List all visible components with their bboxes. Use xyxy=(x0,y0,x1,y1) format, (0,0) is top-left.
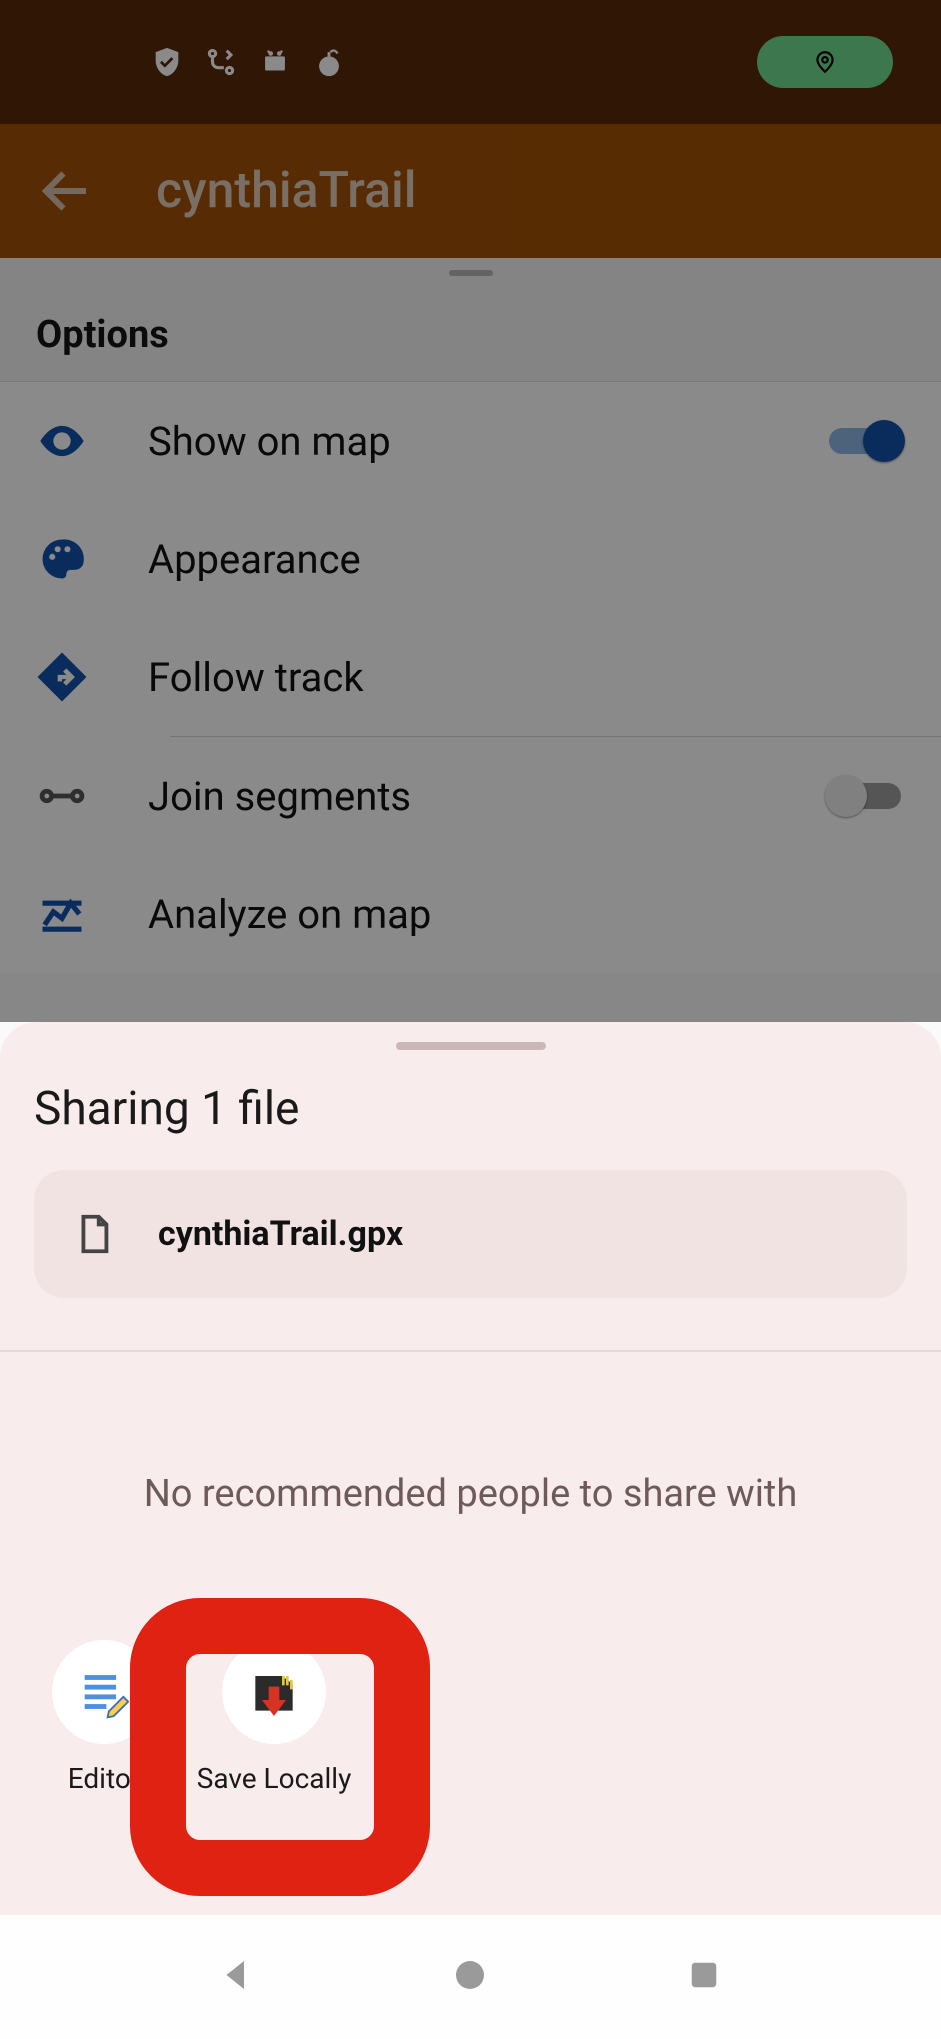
share-sheet: Sharing 1 file cynthiaTrail.gpx No recom… xyxy=(0,1022,941,1915)
options-section-header: Options xyxy=(0,288,941,382)
shared-file-card[interactable]: cynthiaTrail.gpx xyxy=(34,1170,907,1298)
share-target-editor[interactable]: Editor xyxy=(38,1640,170,1795)
toggle-join-segments[interactable] xyxy=(825,775,905,817)
option-label: Follow track xyxy=(148,654,905,701)
turn-arrow-icon xyxy=(36,651,88,703)
status-bar xyxy=(0,0,941,124)
nav-recents-icon[interactable] xyxy=(683,1954,725,2000)
option-label: Show on map xyxy=(148,418,825,465)
shared-file-name: cynthiaTrail.gpx xyxy=(158,1214,403,1254)
editor-icon xyxy=(75,1663,133,1721)
option-appearance[interactable]: Appearance xyxy=(0,500,941,618)
nav-back-icon[interactable] xyxy=(216,1954,258,2000)
option-label: Appearance xyxy=(148,536,905,583)
sd-card-download-icon xyxy=(242,1660,306,1724)
android-debug-icon xyxy=(258,45,292,79)
share-target-label: Editor xyxy=(68,1762,141,1795)
back-icon[interactable] xyxy=(36,161,96,221)
document-icon xyxy=(70,1211,116,1257)
no-recommendations-text: No recommended people to share with xyxy=(34,1472,907,1516)
options-section-title: Options xyxy=(36,313,169,357)
share-target-label: Save Locally xyxy=(197,1762,352,1795)
header-title: cynthiaTrail xyxy=(156,162,417,220)
palette-icon xyxy=(36,533,88,585)
toggle-show-on-map[interactable] xyxy=(825,420,905,462)
panel-grip[interactable] xyxy=(0,258,941,288)
shield-check-icon xyxy=(150,45,184,79)
option-join-segments[interactable]: Join segments xyxy=(0,737,941,855)
share-title: Sharing 1 file xyxy=(34,1082,907,1136)
option-label: Analyze on map xyxy=(148,891,905,938)
nav-home-icon[interactable] xyxy=(449,1954,491,2000)
bomb-icon xyxy=(312,45,346,79)
route-icon xyxy=(204,45,238,79)
eye-icon xyxy=(36,415,88,467)
title-bar: cynthiaTrail xyxy=(0,124,941,258)
option-label: Join segments xyxy=(148,773,825,820)
nodes-link-icon xyxy=(36,770,88,822)
option-analyze-on-map[interactable]: Analyze on map xyxy=(0,855,941,973)
system-nav-bar xyxy=(0,1915,941,2039)
location-pill[interactable] xyxy=(757,36,893,88)
option-follow-track[interactable]: Follow track xyxy=(0,618,941,736)
sheet-grip[interactable] xyxy=(34,1042,907,1074)
share-target-save-locally[interactable]: Save Locally xyxy=(208,1640,340,1795)
chart-line-icon xyxy=(36,888,88,940)
option-show-on-map[interactable]: Show on map xyxy=(0,382,941,500)
